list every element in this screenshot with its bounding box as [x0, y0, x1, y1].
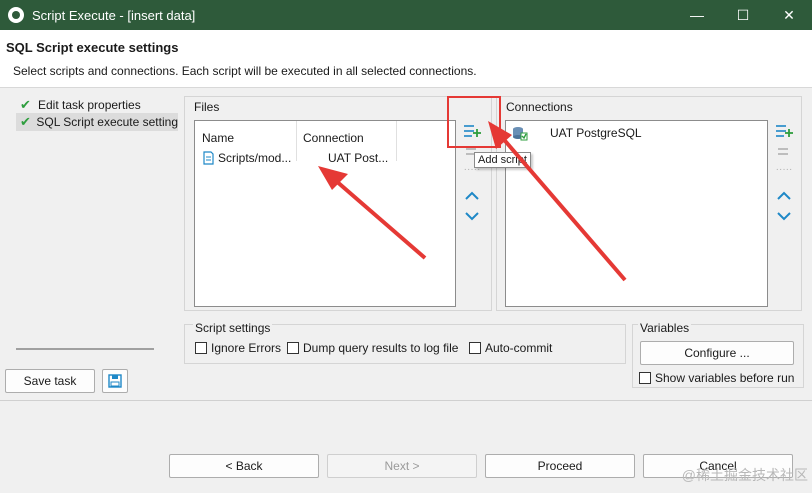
connection-move-up-button[interactable] — [774, 187, 794, 205]
watermark: @稀土掘金技术社区 — [681, 467, 808, 483]
ignore-errors-checkbox[interactable]: Ignore Errors — [195, 341, 281, 355]
check-icon: ✔ — [20, 114, 31, 129]
back-button[interactable]: < Back — [169, 454, 319, 478]
page-description: Select scripts and connections. Each scr… — [13, 64, 477, 78]
tooltip: Add script — [474, 152, 531, 168]
column-name[interactable]: Name — [202, 131, 234, 145]
app-logo-icon — [8, 7, 24, 23]
nav-item-label: Edit task properties — [38, 98, 141, 112]
checkbox-box[interactable] — [287, 342, 299, 354]
show-variables-checkbox[interactable]: Show variables before run — [639, 371, 794, 385]
checkbox-box[interactable] — [195, 342, 207, 354]
auto-commit-checkbox[interactable]: Auto-commit — [469, 341, 552, 355]
window-title: Script Execute - [insert data] — [32, 7, 196, 23]
connection-name: UAT PostgreSQL — [550, 126, 642, 140]
minimize-button[interactable]: — — [674, 0, 720, 30]
nav-item-sql-script[interactable]: ✔ SQL Script execute setting — [16, 113, 178, 131]
dialog-header: SQL Script execute settings Select scrip… — [0, 30, 812, 88]
files-table[interactable]: Name Connection Scripts/mod... UAT Post.… — [194, 120, 456, 307]
next-button[interactable]: Next > — [327, 454, 477, 478]
more-icon: ····· — [775, 163, 793, 175]
dump-results-checkbox[interactable]: Dump query results to log file — [287, 341, 458, 355]
add-connection-icon — [776, 125, 793, 137]
save-icon-button[interactable] — [102, 369, 128, 393]
row-connection: UAT Post... — [328, 151, 389, 165]
script-file-icon — [203, 151, 214, 165]
check-icon: ✔ — [20, 97, 31, 112]
files-label: Files — [192, 100, 222, 114]
move-up-icon — [777, 191, 791, 200]
button-bar: < Back Next > Proceed Cancel @稀土掘金技术社区 — [0, 400, 812, 493]
splitter[interactable] — [16, 348, 154, 350]
move-down-icon — [777, 212, 791, 221]
connections-list[interactable]: UAT PostgreSQL — [505, 120, 768, 307]
configure-button[interactable]: Configure ... — [640, 341, 794, 365]
nav-item-edit-task[interactable]: ✔ Edit task properties — [16, 96, 178, 114]
checkbox-label: Show variables before run — [655, 371, 795, 385]
nav-item-label: SQL Script execute setting — [36, 115, 178, 129]
checkbox-box[interactable] — [469, 342, 481, 354]
remove-icon — [778, 148, 788, 155]
list-item[interactable]: UAT PostgreSQL — [512, 125, 642, 141]
proceed-button[interactable]: Proceed — [485, 454, 635, 478]
checkbox-label: Auto-commit — [485, 341, 553, 355]
maximize-button[interactable]: ☐ — [720, 0, 766, 30]
checkbox-box[interactable] — [639, 372, 651, 384]
connection-move-down-button[interactable] — [774, 207, 794, 225]
checkbox-label: Ignore Errors — [211, 341, 282, 355]
connections-label: Connections — [504, 100, 575, 114]
script-settings-label: Script settings — [193, 321, 273, 335]
save-task-button[interactable]: Save task — [5, 369, 95, 393]
variables-label: Variables — [638, 321, 692, 335]
checkbox-label: Dump query results to log file — [303, 341, 459, 355]
annotation-highlight-box — [447, 96, 501, 148]
column-connection[interactable]: Connection — [303, 131, 364, 145]
add-connection-button[interactable] — [774, 122, 794, 140]
left-panel: ✔ Edit task properties ✔ SQL Script exec… — [0, 88, 180, 400]
move-down-icon — [465, 212, 479, 221]
page-title: SQL Script execute settings — [6, 40, 179, 55]
close-button[interactable]: ✕ — [766, 0, 812, 30]
row-script-name: Scripts/mod... — [218, 151, 292, 165]
move-up-icon — [465, 191, 479, 200]
title-bar: Script Execute - [insert data] — ☐ ✕ — [0, 0, 812, 30]
table-row[interactable]: Scripts/mod... UAT Post... — [201, 149, 451, 167]
save-icon — [108, 374, 122, 388]
move-down-button[interactable] — [462, 207, 482, 225]
database-icon — [513, 127, 528, 141]
move-up-button[interactable] — [462, 187, 482, 205]
